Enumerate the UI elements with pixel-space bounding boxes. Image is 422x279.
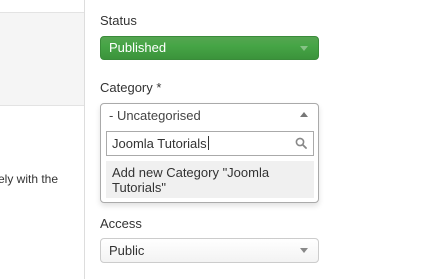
chevron-up-icon (300, 112, 308, 117)
chevron-down-icon (300, 248, 308, 253)
category-selected[interactable]: - Uncategorised (101, 104, 318, 129)
category-label: Category * (100, 80, 162, 95)
left-row-1 (0, 12, 84, 51)
category-dropdown[interactable]: - Uncategorised Joomla Tutorials Add new… (100, 103, 319, 203)
search-icon (295, 137, 307, 149)
status-label: Status (100, 13, 137, 28)
access-select[interactable]: Public (100, 238, 319, 263)
status-select[interactable]: Published (100, 36, 319, 60)
add-new-category-option[interactable]: Add new Category "Joomla Tutorials" (106, 161, 314, 198)
text-cursor (207, 136, 209, 150)
category-search-value: Joomla Tutorials (112, 136, 207, 151)
chevron-down-icon (300, 46, 308, 51)
left-row-2 (0, 50, 84, 106)
left-content-panel: ely with the (0, 0, 85, 279)
category-search-input[interactable]: Joomla Tutorials (106, 131, 314, 156)
access-value: Public (109, 243, 145, 258)
status-value: Published (109, 40, 167, 55)
category-selected-value: - Uncategorised (109, 108, 201, 123)
access-label: Access (100, 216, 142, 231)
left-text-fragment: ely with the (0, 172, 59, 186)
